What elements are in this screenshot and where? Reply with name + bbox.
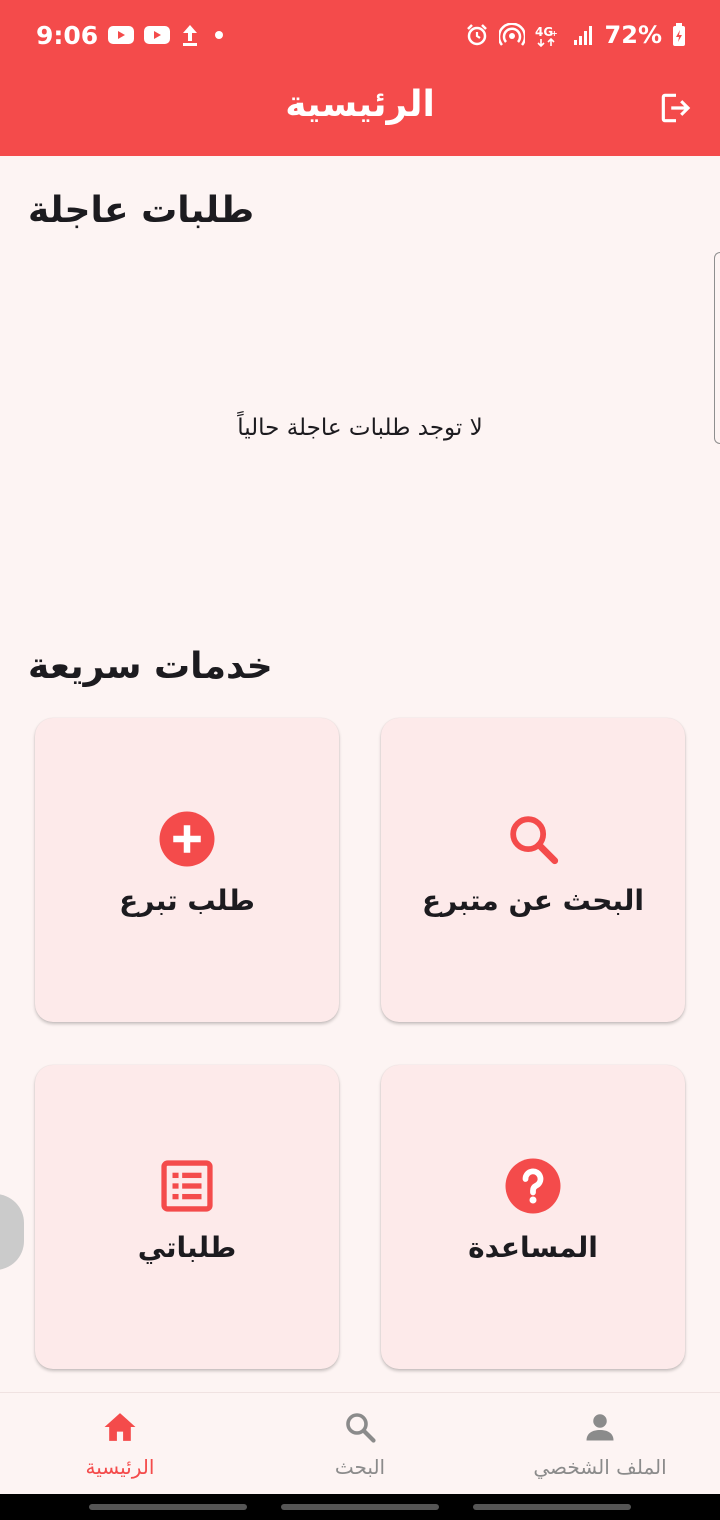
youtube-icon — [108, 25, 135, 45]
logout-button[interactable] — [654, 86, 698, 130]
help-icon — [502, 1155, 564, 1217]
my-requests-card[interactable]: طلباتي — [35, 1065, 339, 1369]
donation-request-card[interactable]: طلب تبرع — [35, 718, 339, 1022]
youtube-icon — [144, 25, 171, 45]
urgent-empty-message: لا توجد طلبات عاجلة حالياً — [237, 415, 483, 441]
upload-icon — [180, 23, 200, 47]
recent-apps-button[interactable] — [89, 1504, 247, 1510]
urgent-requests-title: طلبات عاجلة — [28, 190, 255, 231]
dot-icon — [210, 26, 228, 44]
nav-label: الرئيسية — [85, 1455, 155, 1479]
svg-text:+: + — [551, 29, 558, 38]
alarm-icon — [465, 23, 489, 47]
battery-percent: 72% — [604, 21, 662, 49]
nav-item-home[interactable]: الرئيسية — [0, 1393, 240, 1494]
app-bar: الرئيسية — [0, 70, 720, 156]
status-time: 9:06 — [36, 20, 99, 50]
search-icon — [502, 808, 564, 870]
help-card[interactable]: المساعدة — [381, 1065, 685, 1369]
card-label: البحث عن متبرع — [422, 884, 644, 917]
search-donor-card[interactable]: البحث عن متبرع — [381, 718, 685, 1022]
nav-label: البحث — [334, 1455, 386, 1479]
home-gesture-button[interactable] — [281, 1504, 439, 1510]
person-icon — [580, 1407, 620, 1447]
hotspot-icon — [498, 23, 525, 47]
system-navigation-bar — [0, 1494, 720, 1520]
list-icon — [156, 1155, 218, 1217]
status-bar: 9:06 4G + 72% — [0, 0, 720, 70]
nav-label: الملف الشخصي — [533, 1455, 667, 1479]
search-icon — [340, 1407, 380, 1447]
home-icon — [100, 1407, 140, 1447]
page-title: الرئيسية — [285, 84, 435, 125]
quick-services-title: خدمات سريعة — [28, 646, 273, 687]
4g-icon: 4G + — [535, 23, 563, 47]
floating-assistant-handle[interactable] — [0, 1194, 24, 1270]
bottom-navigation: الرئيسية البحث الملف الشخصي — [0, 1392, 720, 1494]
signal-icon — [573, 24, 595, 46]
add-circle-icon — [156, 808, 218, 870]
logout-icon — [661, 93, 691, 123]
back-button[interactable] — [473, 1504, 631, 1510]
card-label: طلباتي — [137, 1231, 237, 1264]
nav-item-profile[interactable]: الملف الشخصي — [480, 1393, 720, 1494]
nav-item-search[interactable]: البحث — [240, 1393, 480, 1494]
card-label: طلب تبرع — [119, 884, 255, 917]
battery-icon — [672, 23, 686, 47]
card-label: المساعدة — [468, 1231, 598, 1264]
